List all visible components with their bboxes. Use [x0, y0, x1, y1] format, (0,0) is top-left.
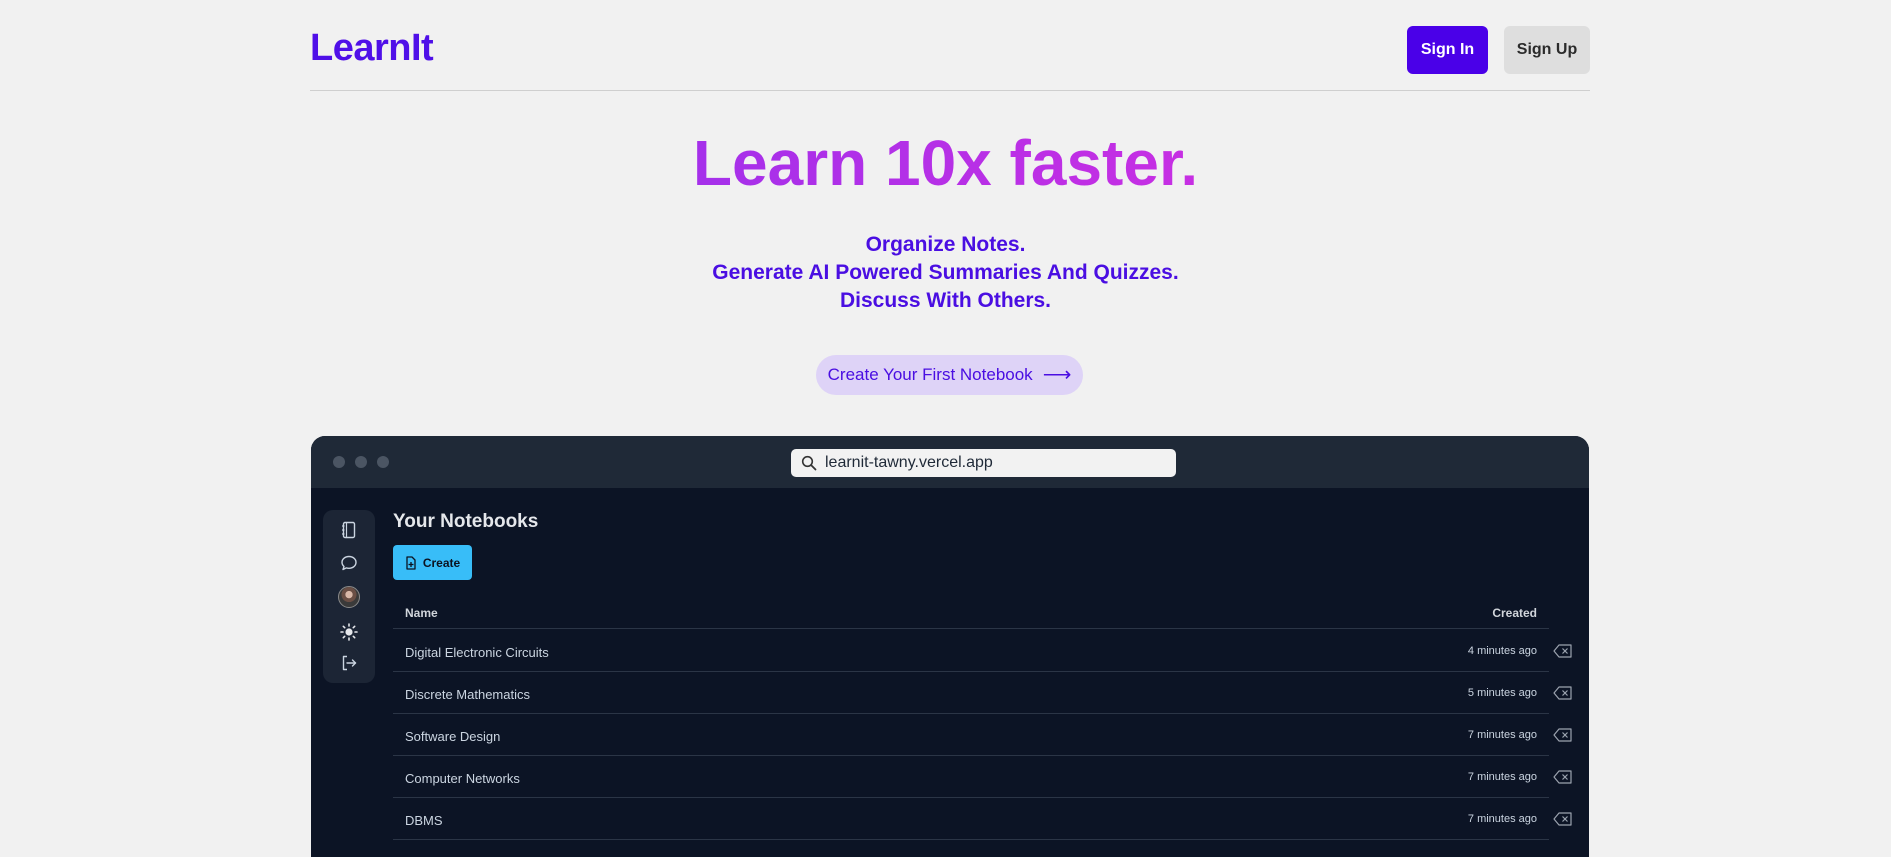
browser-preview: learnit-tawny.vercel.app Your Notebooks … [311, 436, 1589, 857]
notebook-created: 7 minutes ago [1467, 729, 1537, 741]
window-dot-close [333, 456, 345, 468]
browser-toolbar: learnit-tawny.vercel.app [311, 436, 1589, 488]
notebook-name[interactable]: Discrete Mathematics [405, 687, 530, 702]
url-bar[interactable]: learnit-tawny.vercel.app [791, 449, 1176, 477]
table-row[interactable]: Digital Electronic Circuits 4 minutes ag… [393, 630, 1549, 672]
notebook-created: 5 minutes ago [1467, 687, 1537, 699]
notebook-name[interactable]: DBMS [405, 813, 443, 828]
delete-icon[interactable] [1553, 686, 1573, 700]
side-rail [323, 510, 375, 683]
notebook-created: 7 minutes ago [1467, 813, 1537, 825]
app-body: Your Notebooks Create Name Created Digit… [311, 488, 1589, 857]
site-header: LearnIt Sign In Sign Up [310, 0, 1590, 91]
search-icon [801, 455, 817, 471]
delete-icon[interactable] [1553, 728, 1573, 742]
sign-up-button[interactable]: Sign Up [1504, 26, 1590, 74]
logout-icon[interactable] [339, 653, 359, 673]
table-row[interactable]: DBMS 7 minutes ago [393, 798, 1549, 840]
notebook-name[interactable]: Software Design [405, 729, 500, 744]
arrow-right-icon: ⟶ [1042, 364, 1072, 386]
create-label: Create [422, 555, 461, 570]
chat-bubble-icon[interactable] [339, 553, 359, 573]
cta-label: Create Your First Notebook [827, 365, 1033, 384]
delete-icon[interactable] [1553, 812, 1573, 826]
sun-icon[interactable] [339, 622, 359, 642]
delete-icon[interactable] [1553, 770, 1573, 784]
column-created: Created [1492, 606, 1537, 620]
table-row[interactable]: Computer Networks 7 minutes ago [393, 756, 1549, 798]
notebook-name[interactable]: Computer Networks [405, 771, 520, 786]
create-first-notebook-button[interactable]: Create Your First Notebook ⟶ [816, 355, 1083, 395]
notebooks-title: Your Notebooks [393, 511, 539, 532]
tagline-ai-summaries: Generate AI Powered Summaries And Quizze… [712, 261, 1179, 284]
avatar[interactable] [338, 586, 360, 608]
table-row[interactable]: Software Design 7 minutes ago [393, 714, 1549, 756]
delete-icon[interactable] [1553, 644, 1573, 658]
hero-title: Learn 10x faster. [692, 127, 1199, 199]
notebook-name[interactable]: Digital Electronic Circuits [405, 645, 549, 660]
logo[interactable]: LearnIt [310, 27, 434, 70]
notebook-created: 7 minutes ago [1467, 771, 1537, 783]
window-dot-minimize [355, 456, 367, 468]
window-dot-maximize [377, 456, 389, 468]
table-row[interactable]: Discrete Mathematics 5 minutes ago [393, 672, 1549, 714]
tagline-discuss: Discuss With Others. [839, 289, 1052, 312]
notebook-created: 4 minutes ago [1467, 645, 1537, 657]
table-header: Name Created [393, 588, 1549, 629]
column-name: Name [405, 606, 438, 620]
notebook-icon[interactable] [339, 520, 359, 540]
file-plus-icon [406, 555, 416, 570]
create-notebook-button[interactable]: Create [393, 545, 472, 580]
sign-in-button[interactable]: Sign In [1407, 26, 1488, 74]
url-text: learnit-tawny.vercel.app [825, 454, 993, 471]
tagline-organize: Organize Notes. [865, 233, 1026, 256]
